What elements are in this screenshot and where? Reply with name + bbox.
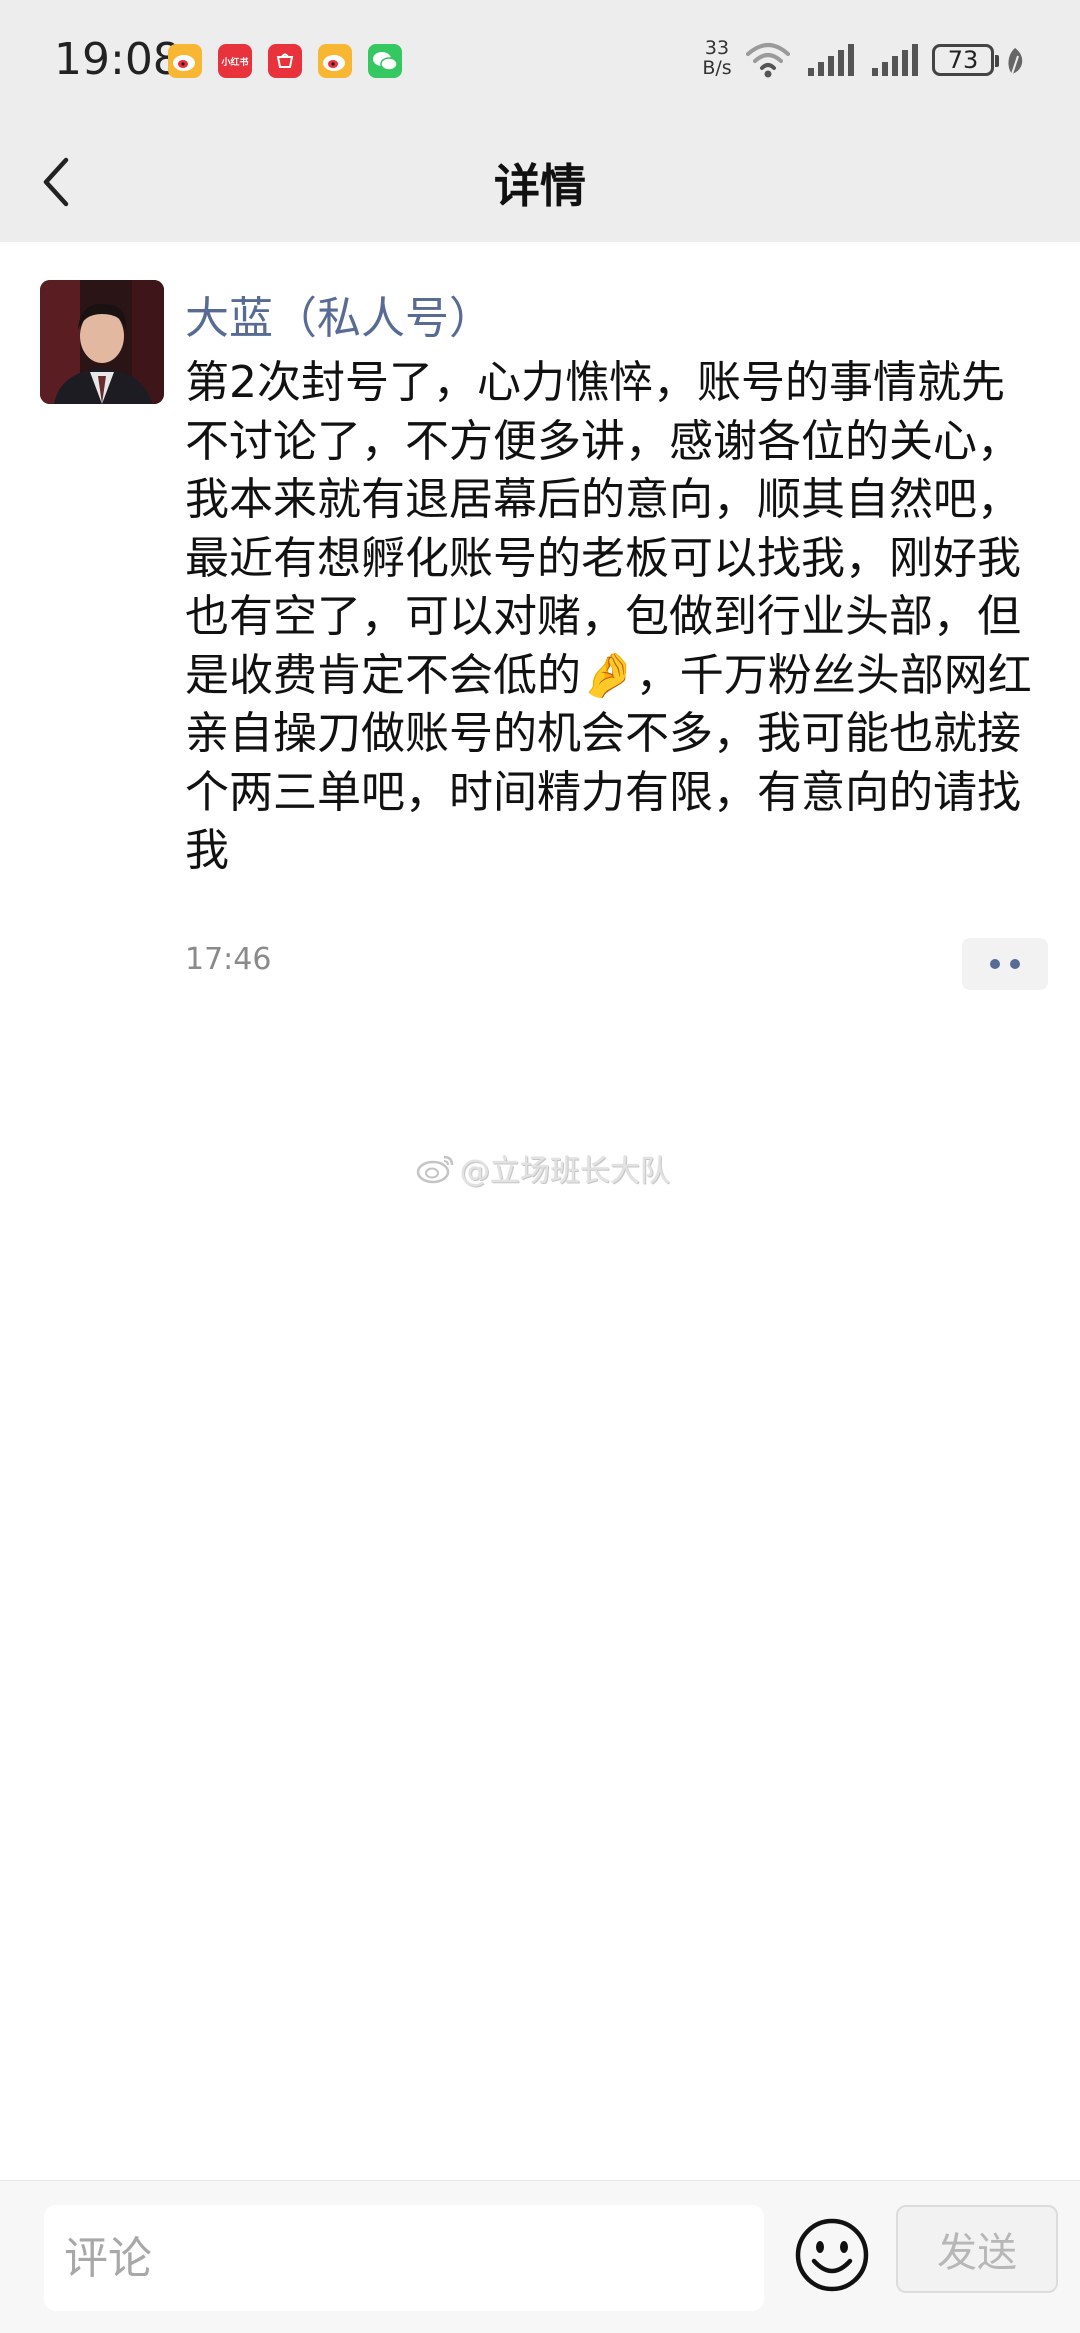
network-speed: 33 B/s (692, 38, 742, 78)
battery-level: 73 (947, 46, 979, 74)
xiaohongshu-icon: 小红书 (218, 44, 252, 78)
weibo-logo-icon (416, 1155, 454, 1184)
network-speed-unit: B/s (702, 57, 732, 79)
comment-bar: 发送 (0, 2180, 1080, 2333)
signal-icon (808, 44, 854, 76)
nav-header: 详情 (0, 122, 1080, 242)
emoji-button[interactable] (792, 2215, 872, 2295)
more-options-button[interactable] (962, 938, 1048, 990)
post-author-name[interactable]: 大蓝（私人号） (185, 282, 493, 346)
post-timestamp: 17:46 (185, 942, 272, 977)
status-time: 19:08 (54, 34, 181, 85)
more-dots-icon (990, 959, 1000, 969)
battery-indicator: 73 (932, 44, 999, 76)
avatar-portrait-image (40, 280, 164, 404)
watermark: @立场班长大队 (416, 1146, 670, 1190)
status-bar: 19:08 小红书 33 B/s 73 (0, 0, 1080, 122)
wechat-icon (368, 44, 402, 78)
power-saving-leaf-icon (1008, 48, 1023, 75)
page-title: 详情 (494, 159, 586, 213)
network-speed-value: 33 (704, 37, 730, 59)
weibo-icon (318, 44, 352, 78)
comment-input[interactable] (44, 2205, 764, 2311)
weibo-icon (168, 44, 202, 78)
avatar[interactable] (40, 280, 164, 404)
send-button[interactable]: 发送 (896, 2205, 1058, 2293)
post-body-text: 第2次封号了，心力憔悴，账号的事情就先不讨论了，不方便多讲，感谢各位的关心，我本… (185, 357, 1032, 876)
xiaohongshu-label: 小红书 (221, 57, 249, 68)
huawei-mall-icon (268, 44, 302, 78)
smiley-icon (795, 2218, 869, 2292)
watermark-text: @立场班长大队 (460, 1154, 670, 1189)
signal-icon (872, 44, 918, 76)
wifi-icon (746, 43, 790, 78)
more-dots-icon (1010, 959, 1020, 969)
